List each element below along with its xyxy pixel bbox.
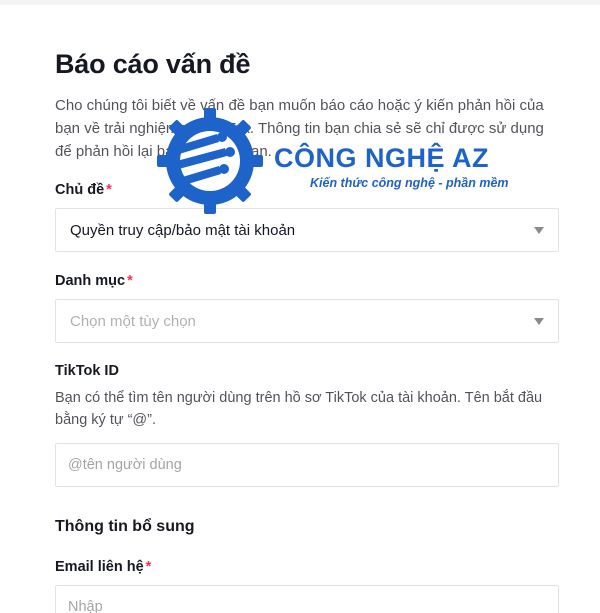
email-label: Email liên hệ * (55, 559, 152, 575)
tiktok-id-label: TikTok ID (55, 363, 119, 379)
category-select[interactable]: Chọn một tùy chọn (55, 299, 559, 343)
report-problem-page: Báo cáo vấn đề Cho chúng tôi biết về vấn… (0, 0, 600, 613)
cong-nghe-az-logo-icon (157, 108, 263, 214)
email-input[interactable] (55, 585, 559, 613)
email-group: Email liên hệ * (55, 557, 559, 613)
tiktok-id-group: TikTok ID Bạn có thể tìm tên người dùng … (55, 361, 559, 487)
additional-info-heading: Thông tin bổ sung (55, 518, 195, 535)
dropdown-arrow-icon (534, 227, 544, 234)
topic-select[interactable]: Quyền truy cập/bảo mật tài khoản (55, 208, 559, 252)
top-strip (0, 0, 600, 5)
required-mark: * (127, 273, 133, 289)
category-placeholder: Chọn một tùy chọn (70, 312, 196, 330)
required-mark: * (106, 182, 112, 198)
category-group: Danh mục * Chọn một tùy chọn (55, 271, 559, 343)
page-title: Báo cáo vấn đề (55, 49, 251, 79)
watermark-slogan: Kiến thức công nghệ - phần mềm (310, 176, 509, 190)
additional-info-group: Thông tin bổ sung (55, 516, 559, 538)
tiktok-id-hint: Bạn có thể tìm tên người dùng trên hồ sơ… (55, 390, 543, 428)
required-mark: * (145, 559, 152, 575)
topic-selected-value: Quyền truy cập/bảo mật tài khoản (70, 221, 296, 239)
watermark-brand: CÔNG NGHỆ AZ (274, 143, 489, 173)
report-form: Báo cáo vấn đề Cho chúng tôi biết về vấn… (55, 46, 559, 613)
dropdown-arrow-icon (534, 318, 544, 325)
tiktok-id-input[interactable] (55, 443, 559, 487)
category-label: Danh mục * (55, 273, 133, 289)
topic-group: Chủ đề * Quyền truy cập/bảo mật tài khoản (55, 180, 559, 252)
